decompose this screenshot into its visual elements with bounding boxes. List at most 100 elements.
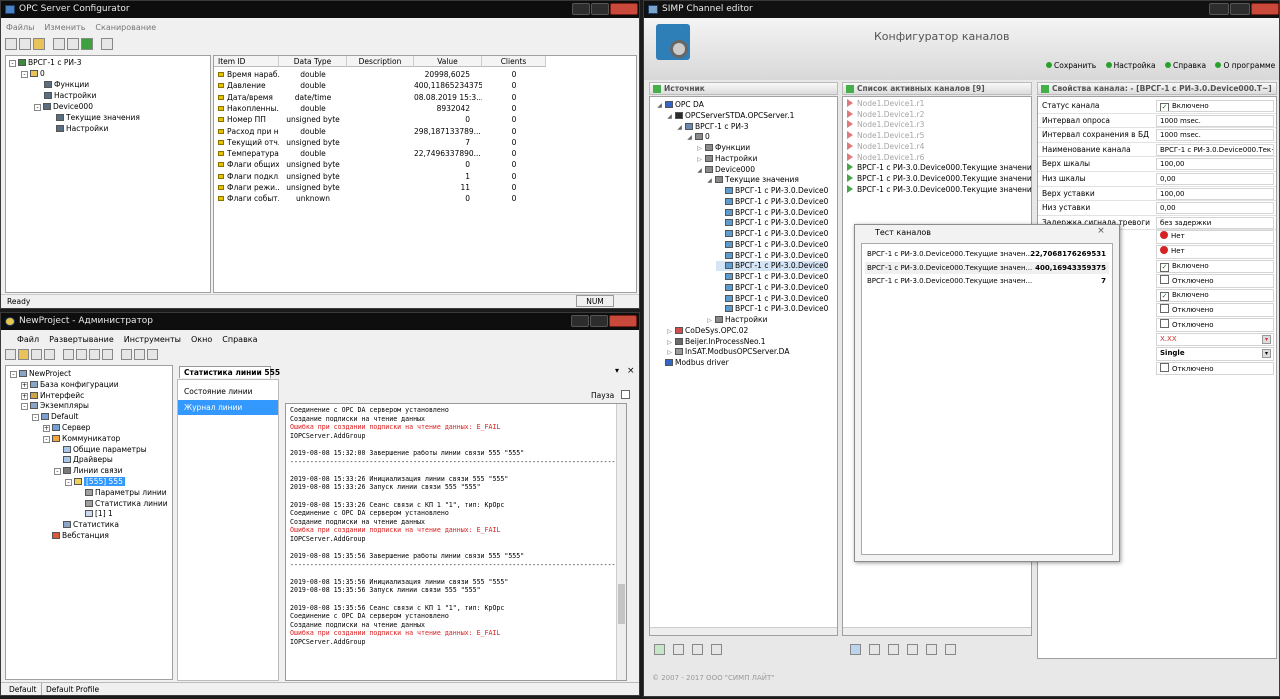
cut-icon[interactable]: [53, 38, 65, 50]
link-settings[interactable]: Настройка: [1105, 61, 1156, 70]
dropdown-chevron-icon[interactable]: ▾: [1262, 349, 1271, 359]
source-node[interactable]: ВРСГ-1 с РИ-3.0.Device0: [716, 304, 828, 314]
search-icon[interactable]: [711, 644, 722, 655]
source-node[interactable]: ВРСГ-1 с РИ-3.0.Device0: [716, 251, 828, 261]
explorer-node[interactable]: Статистика: [54, 520, 119, 530]
close-button[interactable]: [609, 315, 637, 327]
prop-value-row[interactable]: Нет: [1156, 230, 1274, 244]
table-row[interactable]: Флаги подкл... unsigned byte 1 0: [214, 171, 546, 182]
table-icon[interactable]: [907, 644, 918, 655]
new-icon[interactable]: [5, 349, 16, 360]
nav-line-log[interactable]: Журнал линии: [178, 400, 278, 415]
source-node[interactable]: ВРСГ-1 с РИ-3.0.Device0: [716, 240, 828, 250]
upload-icon[interactable]: [89, 349, 100, 360]
link-about[interactable]: О программе: [1215, 61, 1275, 70]
prop-value[interactable]: 0,00: [1156, 173, 1274, 185]
table-row[interactable]: Номер ПП unsigned byte 0 0: [214, 114, 546, 125]
active-channel[interactable]: ВРСГ-1 с РИ-3.0.Device000.Текущие значен…: [847, 184, 1031, 195]
prop-value-row[interactable]: Отключено: [1156, 274, 1274, 288]
active-channel[interactable]: Node1.Device1.r3: [847, 120, 924, 130]
tag-icon[interactable]: [67, 38, 79, 50]
active-channel[interactable]: Node1.Device1.r6: [847, 152, 924, 163]
copy-icon[interactable]: [692, 644, 703, 655]
checkbox[interactable]: [1160, 275, 1169, 285]
explorer-node[interactable]: - Default: [32, 412, 78, 422]
opc-titlebar[interactable]: OPC Server Configurator: [1, 1, 639, 18]
test-row[interactable]: ВРСГ-1 с РИ-3.0.Device000.Текущие значен…: [865, 261, 1109, 274]
col-description[interactable]: Description: [347, 56, 414, 67]
source-node[interactable]: ▷ Beijer.InProcessNeo.1: [666, 337, 765, 347]
table-row[interactable]: Расход при н.у. double 298,187133789... 0: [214, 126, 546, 137]
prop-value[interactable]: 1000 msec.: [1156, 129, 1274, 142]
explorer-node[interactable]: Статистика линии: [76, 499, 168, 509]
help-icon[interactable]: [101, 38, 113, 50]
np-titlebar[interactable]: NewProject - Администратор: [1, 313, 639, 330]
search-icon[interactable]: [945, 644, 956, 655]
explorer-node[interactable]: + Сервер: [43, 423, 90, 433]
close-button[interactable]: [610, 3, 638, 15]
nav-line-state[interactable]: Состояние линии: [178, 384, 278, 399]
new-icon[interactable]: [5, 38, 17, 50]
explorer-node[interactable]: - Коммуникатор: [43, 434, 120, 444]
log-scroll-thumb[interactable]: [618, 584, 625, 624]
col-item-id[interactable]: Item ID: [214, 56, 279, 67]
export-icon[interactable]: [869, 644, 880, 655]
minimize-button[interactable]: [1209, 3, 1229, 15]
prop-value[interactable]: 100,00: [1156, 158, 1274, 171]
source-node[interactable]: ◢ OPCServerSTDA.OPCServer.1: [666, 111, 794, 121]
tree-functions[interactable]: Функции: [44, 80, 89, 90]
active-channel[interactable]: Node1.Device1.r4: [847, 141, 924, 152]
maximize-button[interactable]: [1230, 3, 1250, 15]
active-channel[interactable]: Node1.Device1.r5: [847, 131, 924, 141]
menu-scan[interactable]: Сканирование: [95, 23, 156, 32]
prop-value-row[interactable]: X.XX ▾: [1156, 332, 1274, 347]
explorer-node[interactable]: - NewProject: [10, 369, 71, 379]
simp-titlebar[interactable]: SIMP Channel editor: [644, 1, 1279, 18]
source-node[interactable]: ◢ 0: [686, 132, 710, 142]
status-icon[interactable]: [102, 349, 113, 360]
table-row[interactable]: Дата/время date/time 08.08.2019 15:3... 0: [214, 92, 546, 103]
source-node[interactable]: ВРСГ-1 с РИ-3.0.Device0: [716, 208, 828, 218]
minimize-button[interactable]: [572, 3, 590, 15]
tree-settings-2[interactable]: Настройки: [56, 124, 108, 134]
prop-value[interactable]: ВРСГ-1 с РИ-3.0.Device000.Тек~: [1156, 143, 1274, 156]
palette-icon[interactable]: [926, 644, 937, 655]
source-node[interactable]: ВРСГ-1 с РИ-3.0.Device0: [716, 261, 829, 272]
table-row[interactable]: Давление double 400,11865234375 0: [214, 80, 546, 91]
log-scrollbar[interactable]: [616, 404, 626, 680]
add-icon[interactable]: [81, 38, 93, 50]
checkbox[interactable]: ✓: [1160, 103, 1169, 111]
close-button[interactable]: [1251, 3, 1279, 15]
add-source-icon[interactable]: [654, 644, 665, 655]
table-row[interactable]: Накопленны... double 8932042 0: [214, 103, 546, 114]
source-node[interactable]: ВРСГ-1 с РИ-3.0.Device0: [716, 294, 828, 304]
source-node[interactable]: ◢ ВРСГ-1 с РИ-3: [676, 122, 748, 132]
pause-control[interactable]: Пауза: [591, 390, 633, 400]
explorer-node[interactable]: + Интерфейс: [21, 391, 84, 401]
source-node[interactable]: Modbus driver: [656, 358, 729, 368]
maximize-button[interactable]: [591, 3, 609, 15]
menu-help[interactable]: Справка: [222, 335, 257, 344]
menu-file[interactable]: Файл: [17, 335, 39, 344]
explorer-node[interactable]: + База конфигурации: [21, 380, 119, 390]
deploy-icon[interactable]: [63, 349, 74, 360]
tools-icon[interactable]: [121, 349, 132, 360]
table-row[interactable]: Флаги общих... unsigned byte 0 0: [214, 159, 546, 170]
test-row[interactable]: ВРСГ-1 с РИ-3.0.Device000.Текущие значен…: [865, 275, 1109, 287]
source-node[interactable]: ВРСГ-1 с РИ-3.0.Device0: [716, 218, 828, 228]
tab-close-x-icon[interactable]: ×: [627, 366, 637, 376]
checkbox[interactable]: ✓: [1160, 291, 1169, 301]
explorer-node[interactable]: Общие параметры: [54, 445, 147, 455]
source-node[interactable]: ◢ Device000: [696, 165, 755, 175]
np-tab[interactable]: Статистика линии 555: [179, 366, 280, 378]
tab-close-icon[interactable]: ▾: [615, 366, 625, 376]
tree-root[interactable]: - ВРСГ-1 с РИ-3: [9, 58, 81, 68]
checkbox[interactable]: [1160, 304, 1169, 314]
open-icon[interactable]: [18, 349, 29, 360]
chart-icon[interactable]: [888, 644, 899, 655]
test-row[interactable]: ВРСГ-1 с РИ-3.0.Device000.Текущие значен…: [865, 248, 1109, 260]
prop-value-row[interactable]: Single ▾: [1156, 347, 1274, 361]
open-icon[interactable]: [33, 38, 45, 50]
source-node[interactable]: ВРСГ-1 с РИ-3.0.Device0: [716, 272, 828, 282]
explorer-node[interactable]: Параметры линии: [76, 488, 167, 498]
